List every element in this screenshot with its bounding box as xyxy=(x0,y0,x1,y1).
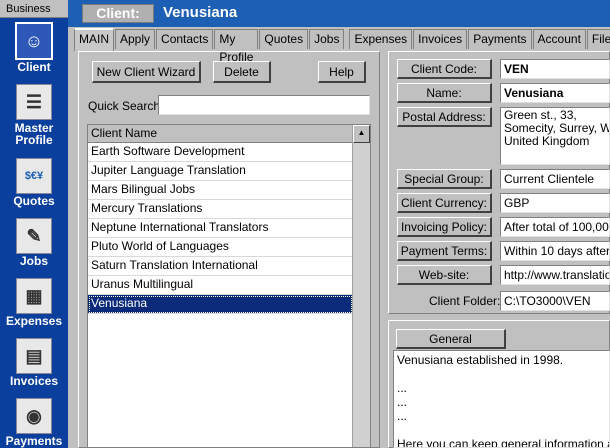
postal-address-field[interactable]: Green st., 33, Somecity, Surrey, WA7 Uni… xyxy=(500,107,610,165)
postal-address-button[interactable]: Postal Address: xyxy=(397,107,492,127)
jobs-icon: ✎ xyxy=(16,218,52,254)
nav-jobs[interactable]: ✎ Jobs xyxy=(0,218,68,268)
nav-master-profile[interactable]: ☰ Master Profile xyxy=(0,84,68,146)
list-item[interactable]: Saturn Translation International xyxy=(88,257,353,276)
client-code-field[interactable]: VEN xyxy=(500,59,610,79)
nav-quotes[interactable]: $€¥ Quotes xyxy=(0,158,68,208)
quotes-icon: $€¥ xyxy=(16,158,52,194)
client-currency-button[interactable]: Client Currency: xyxy=(397,193,492,213)
client-name-title: Venusiana xyxy=(163,4,238,21)
help-button[interactable]: Help xyxy=(318,61,366,83)
tab-main[interactable]: MAIN xyxy=(74,28,114,51)
payment-terms-button[interactable]: Payment Terms: xyxy=(397,241,492,261)
client-tag: Client: xyxy=(82,4,154,23)
tab-jobs[interactable]: Jobs xyxy=(309,29,345,49)
list-item[interactable]: Mercury Translations xyxy=(88,200,353,219)
client-list: Client Name ▲ Earth Software Development… xyxy=(87,124,371,448)
tab-strip: MAIN Apply Contacts My Profile Quotes Jo… xyxy=(74,28,610,64)
tab-payments[interactable]: Payments xyxy=(468,29,532,49)
delete-button[interactable]: Delete xyxy=(213,61,271,83)
list-item[interactable]: Pluto World of Languages xyxy=(88,238,353,257)
client-folder-label: Client Folder: xyxy=(429,294,501,308)
nav-payments[interactable]: ◉ Payments xyxy=(0,398,68,448)
tab-quotes[interactable]: Quotes xyxy=(259,29,309,49)
expenses-icon: ▦ xyxy=(16,278,52,314)
list-item[interactable]: Mars Bilingual Jobs xyxy=(88,181,353,200)
list-item[interactable]: Uranus Multilingual xyxy=(88,276,353,295)
website-button[interactable]: Web-site: xyxy=(397,265,492,285)
list-item[interactable]: Jupiter Language Translation xyxy=(88,162,353,181)
list-item[interactable]: Earth Software Development xyxy=(88,143,353,162)
website-field[interactable]: http://www.translation3 xyxy=(500,265,610,285)
nav-invoices[interactable]: ▤ Invoices xyxy=(0,338,68,388)
nav-expenses[interactable]: ▦ Expenses xyxy=(0,278,68,328)
new-client-wizard-button[interactable]: New Client Wizard xyxy=(92,61,201,83)
tab-account[interactable]: Account xyxy=(532,29,586,49)
scroll-up-icon[interactable]: ▲ xyxy=(353,125,370,143)
tab-files[interactable]: Files xyxy=(586,29,610,49)
invoices-icon: ▤ xyxy=(16,338,52,374)
client-icon: ☺ xyxy=(15,22,53,60)
quick-search-input[interactable] xyxy=(158,95,370,115)
payment-terms-field[interactable]: Within 10 days after inv xyxy=(500,241,610,261)
general-information-text[interactable]: Venusiana established in 1998. ... ... .… xyxy=(393,350,610,448)
general-information-button[interactable]: General Information: xyxy=(396,329,506,364)
list-item[interactable]: Neptune International Translators xyxy=(88,219,353,238)
master-profile-icon: ☰ xyxy=(16,84,52,120)
quick-search-label: Quick Search xyxy=(88,99,161,113)
business-label: Business xyxy=(0,0,68,18)
tab-contacts[interactable]: Contacts xyxy=(156,29,214,49)
special-group-button[interactable]: Special Group: xyxy=(397,169,492,189)
special-group-field[interactable]: Current Clientele xyxy=(500,169,610,189)
name-field[interactable]: Venusiana xyxy=(500,83,610,103)
list-header[interactable]: Client Name xyxy=(88,125,370,143)
left-navigation: Business ☺ Client ☰ Master Profile $€¥ Q… xyxy=(0,0,68,448)
tab-invoices[interactable]: Invoices xyxy=(413,29,468,49)
name-button[interactable]: Name: xyxy=(397,83,492,103)
list-item-selected[interactable]: Venusiana xyxy=(88,295,353,314)
list-scrollbar[interactable]: ▲ xyxy=(352,125,370,447)
client-code-button[interactable]: Client Code: xyxy=(397,59,492,79)
tab-apply[interactable]: Apply xyxy=(115,29,156,49)
client-folder-field[interactable]: C:\TO3000\VEN xyxy=(500,291,610,311)
invoicing-policy-field[interactable]: After total of 100,00 : 1 xyxy=(500,217,610,237)
payments-icon: ◉ xyxy=(16,398,52,434)
invoicing-policy-button[interactable]: Invoicing Policy: xyxy=(397,217,492,237)
tab-expenses[interactable]: Expenses xyxy=(349,29,413,49)
tab-my-profile[interactable]: My Profile xyxy=(214,29,259,64)
client-currency-field[interactable]: GBP xyxy=(500,193,610,213)
nav-client[interactable]: ☺ Client xyxy=(0,22,68,74)
column-client-name: Client Name xyxy=(91,126,158,140)
